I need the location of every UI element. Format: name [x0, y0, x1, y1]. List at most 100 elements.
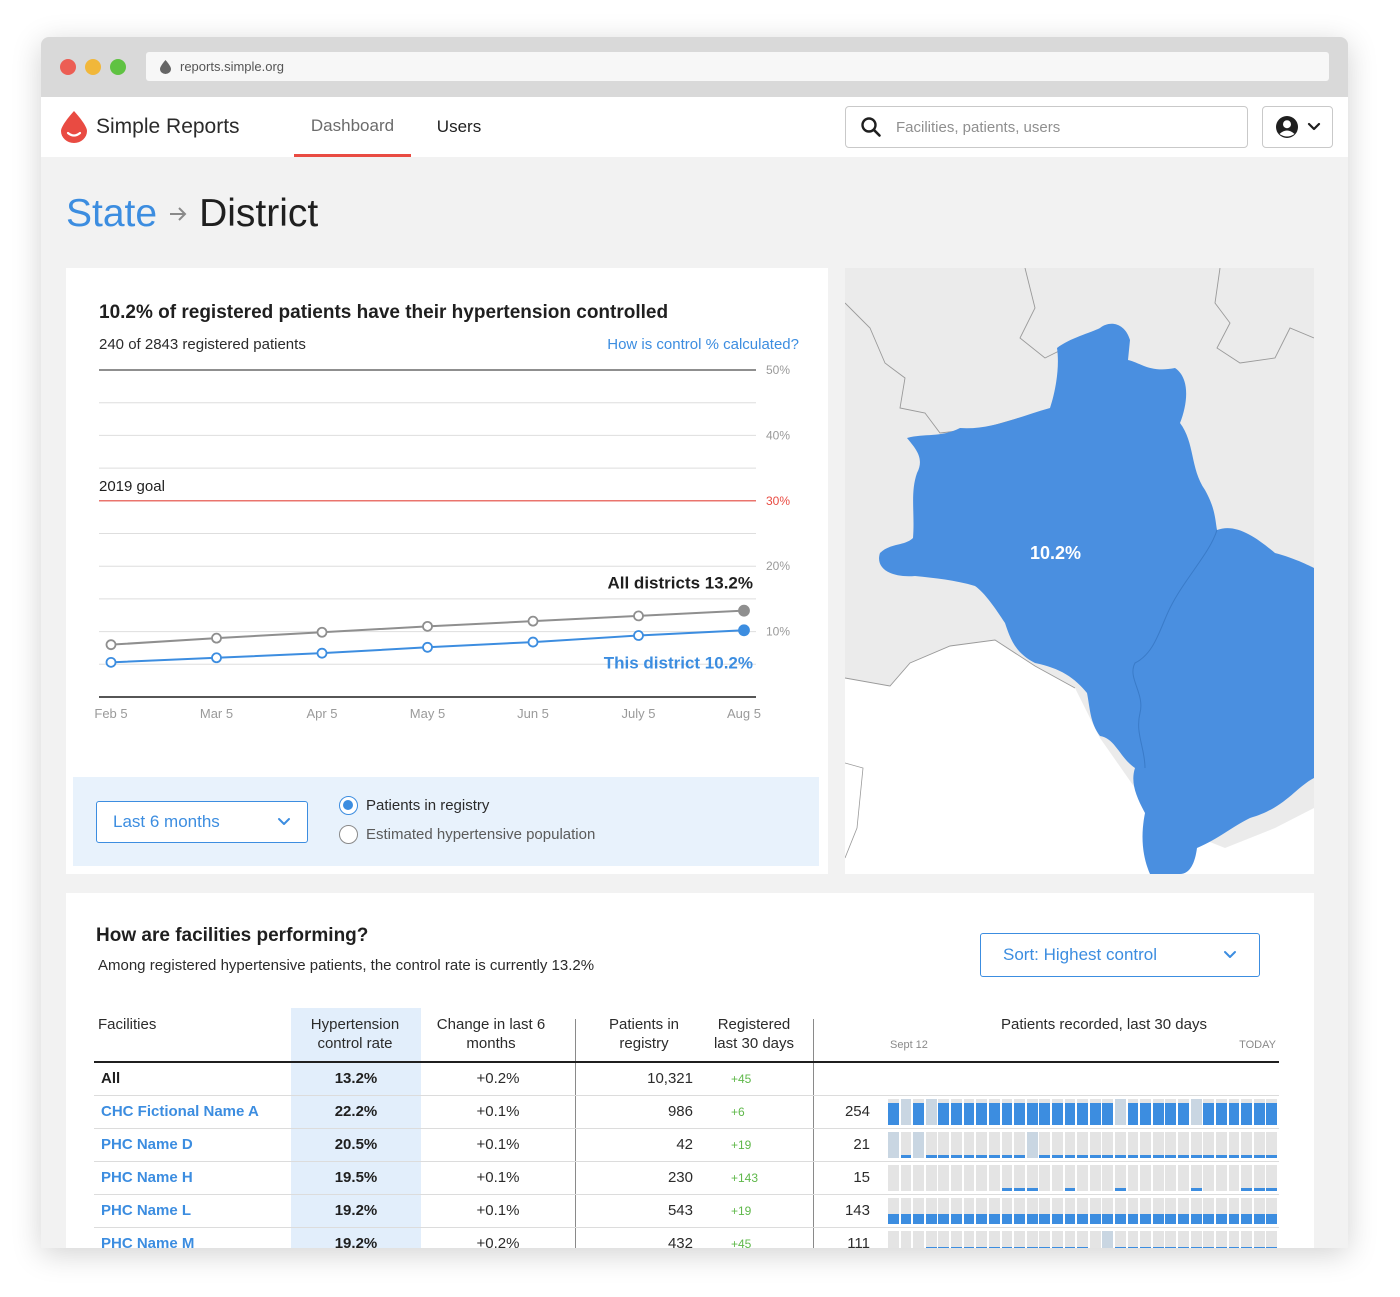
table-row[interactable]: CHC Fictional Name A 22.2% +0.1% 986 +6 254	[94, 1095, 1279, 1128]
app-logo[interactable]: Simple Reports	[61, 111, 240, 143]
address-bar[interactable]: reports.simple.org	[146, 52, 1329, 81]
col-header-change[interactable]: Change in last 6 months	[436, 1015, 546, 1053]
change-value: +0.1%	[476, 1202, 520, 1219]
day-bar	[1077, 1247, 1088, 1248]
col-header-recorded[interactable]: Patients recorded, last 30 days	[946, 1015, 1262, 1034]
facility-name[interactable]: PHC Name D	[101, 1128, 193, 1161]
facilities-title: How are facilities performing?	[96, 925, 369, 946]
control-rate: 20.5%	[334, 1136, 378, 1153]
col-header-control-rate[interactable]: Hypertension control rate	[299, 1015, 411, 1053]
x-tick-label: Feb 5	[94, 706, 127, 721]
day-bar	[951, 1155, 962, 1158]
day-bar	[963, 1247, 975, 1248]
day-slot	[1178, 1231, 1189, 1248]
facility-name[interactable]: PHC Name L	[101, 1194, 191, 1227]
data-point	[316, 626, 328, 638]
day-bar	[913, 1214, 925, 1224]
day-bar	[1102, 1155, 1114, 1158]
registry-count: 432	[667, 1235, 693, 1248]
change-value: +0.1%	[476, 1136, 520, 1153]
day-bar	[1102, 1103, 1114, 1125]
day-bar	[1089, 1214, 1101, 1224]
close-window-button[interactable]	[60, 59, 76, 75]
day-slot	[1228, 1231, 1240, 1248]
x-tick-label: Jun 5	[517, 706, 549, 721]
search-box	[845, 106, 1248, 148]
goal-label: 2019 goal	[99, 478, 165, 495]
day-slot	[1014, 1231, 1025, 1248]
day-bar	[1026, 1247, 1038, 1248]
registry-count: 986	[667, 1103, 693, 1120]
day-bar	[1215, 1214, 1227, 1224]
day-bar	[988, 1155, 1000, 1158]
col-header-registered-30-days[interactable]: Registered last 30 days	[704, 1015, 804, 1053]
registered-30-days: +45	[731, 1071, 752, 1086]
user-menu-button[interactable]	[1262, 106, 1333, 148]
day-bar	[1051, 1214, 1063, 1224]
day-bar	[1152, 1155, 1164, 1158]
radio-patients-in-registry[interactable]: Patients in registry	[339, 796, 489, 815]
day-bar	[1215, 1247, 1227, 1248]
day-bar	[1203, 1155, 1215, 1158]
day-bar	[1064, 1188, 1076, 1191]
daily-records-sparkline	[888, 1231, 1279, 1248]
day-bar	[1178, 1155, 1189, 1158]
site-drop-icon	[160, 59, 171, 74]
day-bar	[988, 1247, 1000, 1248]
tab-users[interactable]: Users	[426, 97, 492, 157]
day-slot	[1228, 1165, 1240, 1191]
col-header-facilities[interactable]: Facilities	[98, 1015, 156, 1034]
table-row[interactable]: PHC Name H 19.5% +0.1% 230 +143 15	[94, 1161, 1279, 1194]
table-row[interactable]: PHC Name L 19.2% +0.1% 543 +19 143	[94, 1194, 1279, 1227]
day-slot	[1253, 1231, 1265, 1248]
day-bar	[1266, 1247, 1278, 1248]
minimize-window-button[interactable]	[85, 59, 101, 75]
facility-name[interactable]: PHC Name H	[101, 1161, 193, 1194]
day-bar	[888, 1214, 899, 1224]
day-bar	[938, 1155, 950, 1158]
breadcrumb-state-link[interactable]: State	[66, 192, 157, 236]
day-slot	[1190, 1099, 1202, 1125]
day-bar	[1115, 1155, 1126, 1158]
registry-count: 230	[667, 1169, 693, 1186]
day-slot	[1026, 1231, 1038, 1248]
facility-name[interactable]: CHC Fictional Name A	[101, 1095, 259, 1128]
day-slot	[1266, 1231, 1278, 1248]
control-calculation-link[interactable]: How is control % calculated?	[607, 336, 799, 353]
browser-chrome: reports.simple.org	[41, 37, 1348, 97]
day-slot	[1051, 1231, 1063, 1248]
day-bar	[1253, 1214, 1265, 1224]
col-header-registry[interactable]: Patients in registry	[596, 1015, 692, 1053]
day-bar	[951, 1214, 962, 1224]
day-bar	[1077, 1214, 1088, 1224]
tab-dashboard[interactable]: Dashboard	[294, 97, 411, 157]
day-bar	[976, 1247, 988, 1248]
search-icon	[861, 117, 881, 137]
day-slot	[963, 1231, 975, 1248]
day-bar	[1064, 1247, 1076, 1248]
radio-estimated-population[interactable]: Estimated hypertensive population	[339, 825, 595, 844]
registry-count: 543	[667, 1202, 693, 1219]
registry-count: 10,321	[647, 1070, 693, 1087]
x-tick-label: Mar 5	[200, 706, 233, 721]
day-slot	[1115, 1231, 1126, 1248]
maximize-window-button[interactable]	[110, 59, 126, 75]
day-slot	[1165, 1231, 1177, 1248]
period-select[interactable]: Last 6 months	[96, 801, 308, 843]
data-point	[633, 610, 644, 622]
facility-name[interactable]: PHC Name M	[101, 1227, 194, 1248]
table-row[interactable]: PHC Name M 19.2% +0.2% 432 +45 111	[94, 1227, 1279, 1248]
series-label: This district 10.2%	[604, 653, 753, 672]
day-bar	[1228, 1155, 1240, 1158]
day-slot	[1140, 1231, 1152, 1248]
table-row[interactable]: PHC Name D 20.5% +0.1% 42 +19 21	[94, 1128, 1279, 1161]
day-bar	[1064, 1214, 1076, 1224]
day-bar	[1266, 1103, 1278, 1125]
day-slot	[951, 1231, 962, 1248]
search-input[interactable]	[896, 118, 1226, 136]
day-bar	[1051, 1103, 1063, 1125]
day-slot	[1115, 1099, 1126, 1125]
sort-select[interactable]: Sort: Highest control	[980, 933, 1260, 977]
day-bar	[1001, 1247, 1013, 1248]
y-tick-label: 10%	[766, 625, 790, 639]
